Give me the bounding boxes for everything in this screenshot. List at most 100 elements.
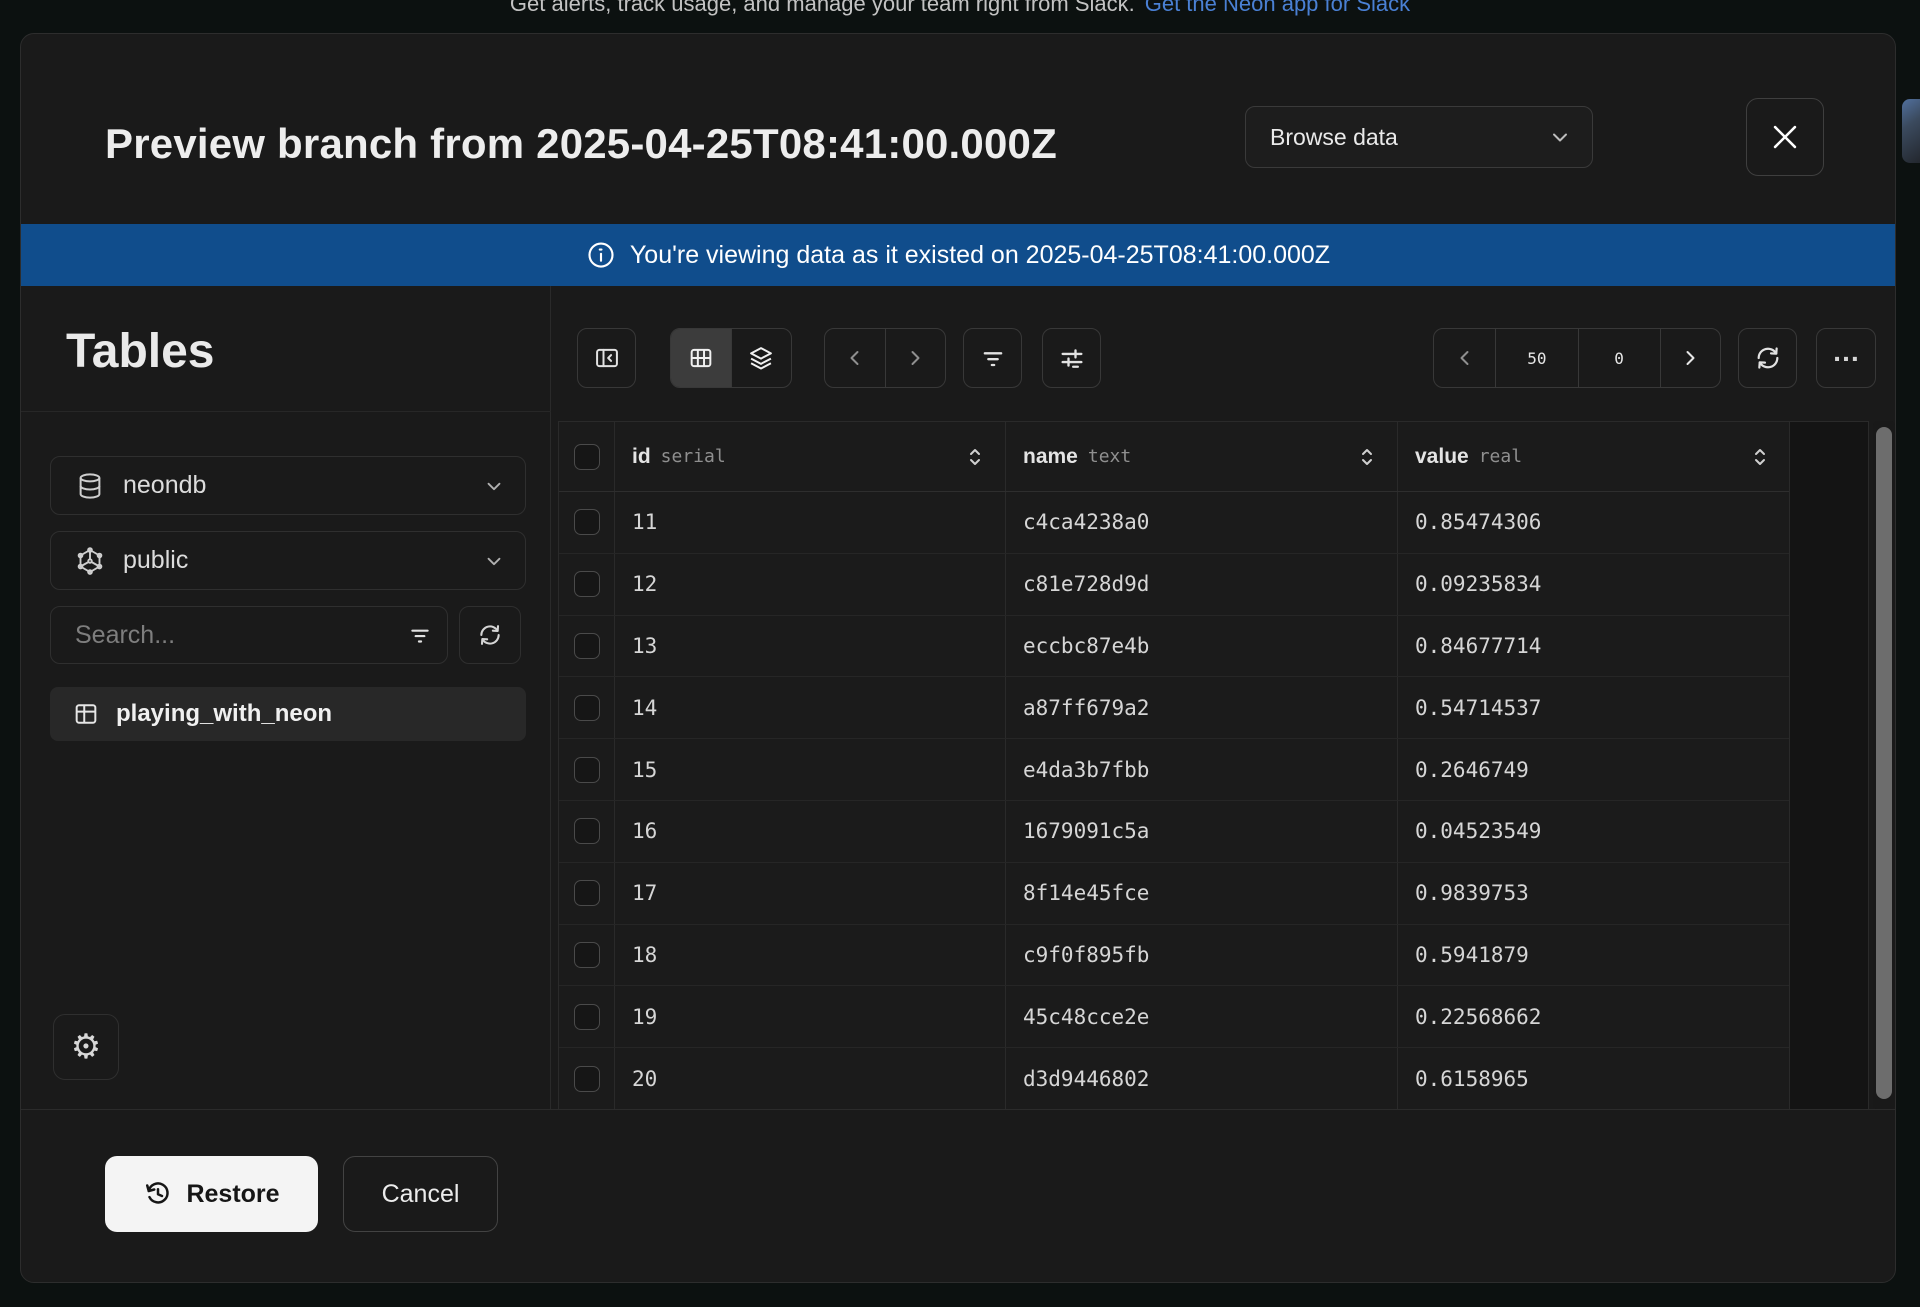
refresh-icon bbox=[1754, 344, 1782, 372]
column-name: value bbox=[1415, 445, 1469, 469]
sort-icon[interactable] bbox=[1359, 445, 1375, 469]
search-input[interactable] bbox=[75, 621, 397, 650]
row-checkbox[interactable] bbox=[574, 1004, 600, 1030]
cell-value: 0.54714537 bbox=[1397, 677, 1790, 738]
time-travel-banner: You're viewing data as it existed on 202… bbox=[21, 224, 1895, 286]
column-settings-button[interactable] bbox=[1042, 328, 1101, 388]
history-restore-icon bbox=[143, 1179, 173, 1209]
cell-id: 16 bbox=[614, 801, 1005, 862]
collapse-sidebar-button[interactable] bbox=[577, 328, 636, 388]
refresh-icon bbox=[477, 622, 503, 648]
database-label: neondb bbox=[123, 471, 465, 500]
sidebar-item-playing_with_neon[interactable]: playing_with_neon bbox=[50, 687, 526, 741]
row-checkbox[interactable] bbox=[574, 1066, 600, 1092]
cell-value: 0.6158965 bbox=[1397, 1048, 1790, 1109]
browse-data-dropdown[interactable]: Browse data bbox=[1245, 106, 1593, 168]
sort-icon[interactable] bbox=[1752, 445, 1768, 469]
table-row[interactable]: 12 c81e728d9d 0.09235834 bbox=[559, 554, 1789, 616]
cell-name: eccbc87e4b bbox=[1005, 616, 1397, 677]
more-options-button[interactable]: … bbox=[1816, 328, 1876, 388]
cell-value: 0.04523549 bbox=[1397, 801, 1790, 862]
refresh-data-button[interactable] bbox=[1738, 328, 1797, 388]
cell-name: e4da3b7fbb bbox=[1005, 739, 1397, 800]
next-row-button[interactable] bbox=[885, 329, 945, 387]
scrollbar-thumb[interactable] bbox=[1876, 427, 1892, 1099]
view-mode-toggle bbox=[670, 328, 792, 388]
settings-button[interactable]: ⚙ bbox=[53, 1014, 119, 1080]
restore-label: Restore bbox=[186, 1180, 279, 1209]
table-row[interactable]: 17 8f14e45fce 0.9839753 bbox=[559, 863, 1789, 925]
filter-button[interactable] bbox=[963, 328, 1022, 388]
tables-sidebar: Tables neondb public bbox=[21, 286, 551, 1109]
table-row[interactable]: 11 c4ca4238a0 0.85474306 bbox=[559, 492, 1789, 554]
vertical-scrollbar[interactable] bbox=[1873, 421, 1895, 1109]
gear-icon: ⚙ bbox=[71, 1030, 101, 1064]
row-checkbox[interactable] bbox=[574, 695, 600, 721]
select-all-checkbox[interactable] bbox=[574, 444, 600, 470]
cell-name: 45c48cce2e bbox=[1005, 986, 1397, 1047]
table-row[interactable]: 18 c9f0f895fb 0.5941879 bbox=[559, 925, 1789, 987]
cell-id: 13 bbox=[614, 616, 1005, 677]
table-name-label: playing_with_neon bbox=[116, 700, 332, 728]
column-header-name[interactable]: name text bbox=[1005, 422, 1397, 491]
table-body: 11 c4ca4238a0 0.85474306 12 c81e728d9d 0… bbox=[559, 492, 1789, 1110]
chevron-left-icon bbox=[843, 346, 867, 370]
cell-value: 0.84677714 bbox=[1397, 616, 1790, 677]
row-checkbox[interactable] bbox=[574, 942, 600, 968]
filter-lines-icon[interactable] bbox=[407, 622, 433, 648]
table-row[interactable]: 19 45c48cce2e 0.22568662 bbox=[559, 986, 1789, 1048]
row-checkbox[interactable] bbox=[574, 818, 600, 844]
row-checkbox[interactable] bbox=[574, 509, 600, 535]
promo-text: Get alerts, track usage, and manage your… bbox=[510, 0, 1135, 16]
sidebar-heading: Tables bbox=[66, 324, 215, 379]
close-button[interactable] bbox=[1746, 98, 1824, 176]
promo-link[interactable]: Get the Neon app for Slack bbox=[1145, 0, 1410, 16]
cell-id: 12 bbox=[614, 554, 1005, 615]
chevron-right-icon bbox=[1678, 346, 1702, 370]
filter-lines-icon bbox=[979, 344, 1007, 372]
column-header-id[interactable]: id serial bbox=[614, 422, 1005, 491]
data-pane: 50 0 … bbox=[551, 286, 1896, 1109]
pagination-control: 50 0 bbox=[1433, 328, 1721, 388]
page-size-field[interactable]: 50 bbox=[1496, 329, 1577, 387]
table-row[interactable]: 20 d3d9446802 0.6158965 bbox=[559, 1048, 1789, 1110]
cell-name: c9f0f895fb bbox=[1005, 925, 1397, 986]
info-icon bbox=[586, 240, 616, 270]
database-select[interactable]: neondb bbox=[50, 456, 526, 515]
next-page-button[interactable] bbox=[1661, 329, 1720, 387]
column-type: serial bbox=[661, 446, 726, 467]
cell-id: 11 bbox=[614, 492, 1005, 553]
schema-select[interactable]: public bbox=[50, 531, 526, 590]
schema-label: public bbox=[123, 546, 465, 575]
layers-view-button[interactable] bbox=[731, 329, 791, 387]
table-row[interactable]: 16 1679091c5a 0.04523549 bbox=[559, 801, 1789, 863]
table-view-button[interactable] bbox=[671, 329, 731, 387]
sort-icon[interactable] bbox=[967, 445, 983, 469]
row-nav-group bbox=[824, 328, 946, 388]
row-checkbox[interactable] bbox=[574, 757, 600, 783]
layers-icon bbox=[747, 344, 775, 372]
table-icon bbox=[72, 700, 100, 728]
column-name: id bbox=[632, 445, 651, 469]
cell-name: a87ff679a2 bbox=[1005, 677, 1397, 738]
row-checkbox[interactable] bbox=[574, 571, 600, 597]
cell-name: c81e728d9d bbox=[1005, 554, 1397, 615]
cancel-button[interactable]: Cancel bbox=[343, 1156, 498, 1232]
sidebar-refresh-button[interactable] bbox=[459, 606, 521, 664]
row-checkbox[interactable] bbox=[574, 633, 600, 659]
prev-page-button[interactable] bbox=[1434, 329, 1495, 387]
sidebar-divider bbox=[21, 411, 551, 412]
column-header-value[interactable]: value real bbox=[1397, 422, 1790, 491]
cell-name: 1679091c5a bbox=[1005, 801, 1397, 862]
modal-title: Preview branch from 2025-04-25T08:41:00.… bbox=[105, 120, 1057, 168]
restore-button[interactable]: Restore bbox=[105, 1156, 318, 1232]
close-icon bbox=[1768, 120, 1802, 154]
offset-field[interactable]: 0 bbox=[1578, 329, 1659, 387]
table-row[interactable]: 13 eccbc87e4b 0.84677714 bbox=[559, 616, 1789, 678]
table-row[interactable]: 15 e4da3b7fbb 0.2646749 bbox=[559, 739, 1789, 801]
cell-value: 0.22568662 bbox=[1397, 986, 1790, 1047]
row-checkbox[interactable] bbox=[574, 880, 600, 906]
table-row[interactable]: 14 a87ff679a2 0.54714537 bbox=[559, 677, 1789, 739]
chevron-down-icon bbox=[1548, 125, 1572, 149]
prev-row-button[interactable] bbox=[825, 329, 885, 387]
